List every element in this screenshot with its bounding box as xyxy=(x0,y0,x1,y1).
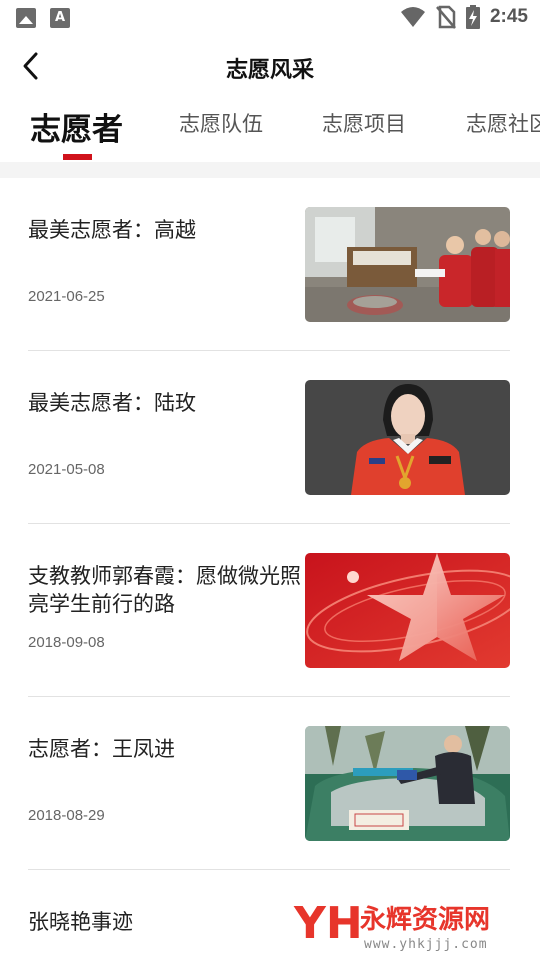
tab-volunteers[interactable]: 志愿者 xyxy=(30,104,123,149)
wifi-icon xyxy=(400,7,425,27)
news-title: 支教教师郭春霞：愿做微光照亮学生前行的路 xyxy=(28,564,301,616)
news-title: 最美志愿者：高越 xyxy=(28,218,196,242)
news-date: 2021-05-08 xyxy=(28,461,105,478)
font-notification-icon: A xyxy=(50,8,70,28)
tab-volunteer-projects[interactable]: 志愿项目 xyxy=(322,108,406,138)
list-item[interactable]: 最美志愿者：陆玫 2021-05-08 xyxy=(28,351,510,524)
news-thumbnail xyxy=(305,726,510,841)
news-date: 2018-08-29 xyxy=(28,807,105,824)
image-notification-icon xyxy=(16,8,36,28)
section-divider xyxy=(0,162,540,178)
status-bar: A 2:45 xyxy=(0,0,540,36)
svg-text:YH: YH xyxy=(293,898,363,949)
list-item[interactable]: 支教教师郭春霞：愿做微光照亮学生前行的路 2018-09-08 xyxy=(28,524,510,697)
news-thumbnail xyxy=(305,380,510,495)
list-item[interactable]: 志愿者：王凤进 2018-08-29 xyxy=(28,697,510,870)
clock: 2:45 xyxy=(489,6,528,27)
title-bar: 志愿风采 xyxy=(0,36,540,98)
tab-volunteer-community[interactable]: 志愿社区 xyxy=(466,108,540,138)
news-title: 最美志愿者：陆玫 xyxy=(28,391,196,415)
watermark-logo: YH 永辉资源网 www.yhkjjj.com xyxy=(292,896,522,956)
list-item[interactable]: 最美志愿者：高越 2021-06-25 xyxy=(28,178,510,351)
news-title: 志愿者：王凤进 xyxy=(28,737,175,761)
svg-text:www.yhkjjj.com: www.yhkjjj.com xyxy=(364,937,488,952)
news-date: 2018-09-08 xyxy=(28,634,105,651)
battery-charging-icon xyxy=(465,5,480,29)
news-thumbnail xyxy=(305,207,510,322)
active-tab-indicator xyxy=(63,154,92,160)
svg-text:永辉资源网: 永辉资源网 xyxy=(360,905,490,935)
news-date: 2021-06-25 xyxy=(28,288,105,305)
tab-bar: 志愿者 志愿队伍 志愿项目 志愿社区 xyxy=(0,98,540,162)
tab-volunteer-teams[interactable]: 志愿队伍 xyxy=(179,108,263,138)
news-thumbnail xyxy=(305,553,510,668)
news-title: 张晓艳事迹 xyxy=(28,910,133,934)
no-sim-icon xyxy=(436,5,456,29)
page-title: 志愿风采 xyxy=(225,58,314,83)
